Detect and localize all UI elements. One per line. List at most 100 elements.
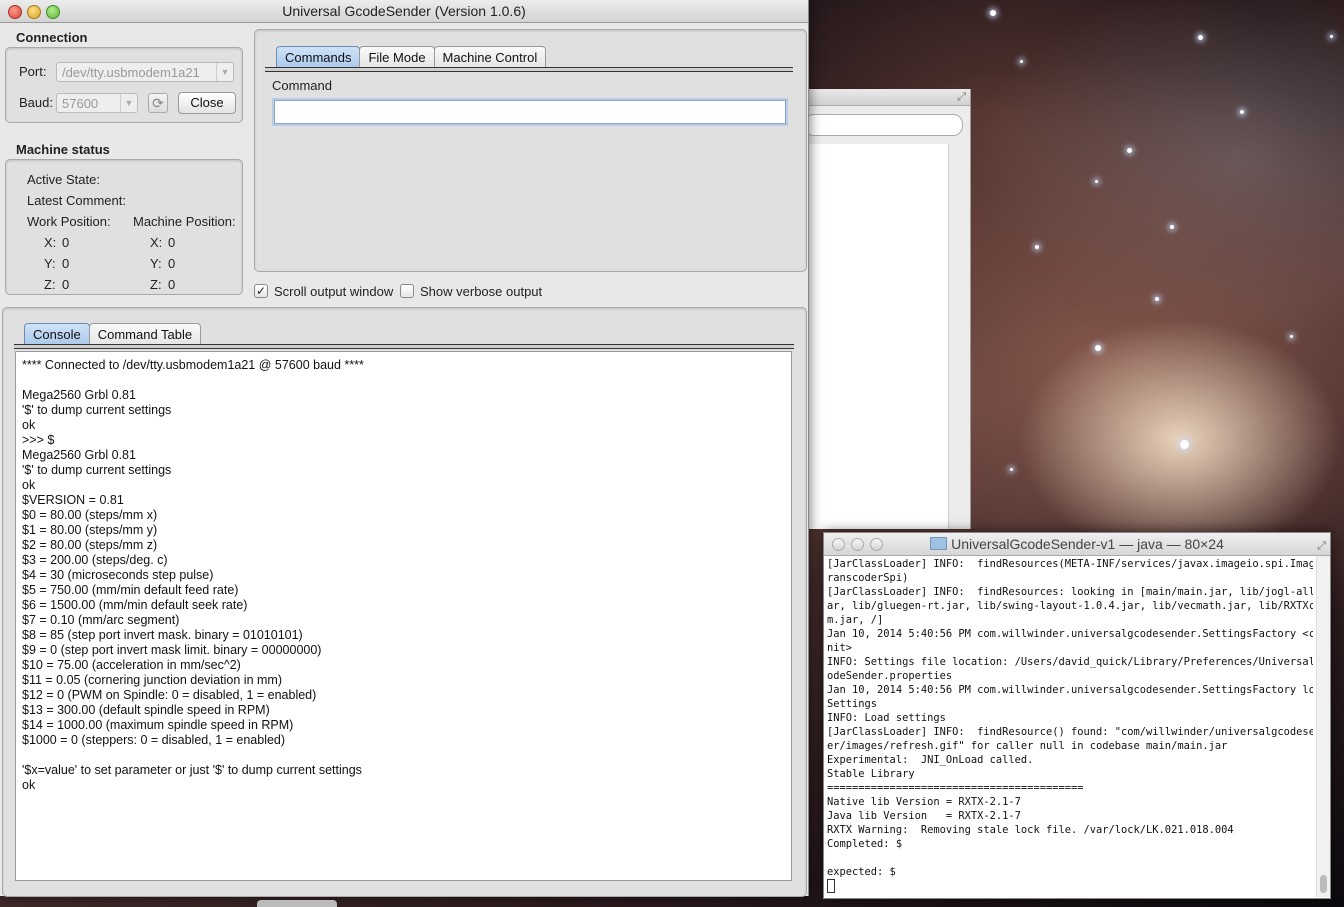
terminal-scrollbar[interactable] xyxy=(1316,556,1330,897)
terminal-line: Java lib Version = RXTX-2.1-7 xyxy=(827,810,1021,822)
terminal-line: expected: $ xyxy=(827,866,896,878)
terminal-line: Native lib Version = RXTX-2.1-7 xyxy=(827,796,1021,808)
work-y-value: 0 xyxy=(62,256,70,271)
port-label: Port: xyxy=(19,64,47,79)
star xyxy=(1010,468,1013,471)
window-titlebar[interactable]: Universal GcodeSender (Version 1.0.6) xyxy=(0,0,808,23)
star xyxy=(1095,345,1101,351)
console-line: $9 = 0 (step port invert mask limit. bin… xyxy=(22,643,322,657)
baud-select-value: 57600 xyxy=(62,96,99,111)
terminal-line: Completed: $ xyxy=(827,838,903,850)
terminal-line: Jan 10, 2014 5:40:56 PM com.willwinder.u… xyxy=(827,628,1313,640)
minimize-window-icon[interactable] xyxy=(851,538,864,551)
machine-status-panel: Active State: Latest Comment: Work Posit… xyxy=(5,159,243,295)
terminal-title: UniversalGcodeSender-v1 — java — 80×24 xyxy=(951,536,1224,552)
fullscreen-icon[interactable]: ⤢ xyxy=(1317,535,1326,557)
star xyxy=(1330,35,1333,38)
terminal-window: UniversalGcodeSender-v1 — java — 80×24 ⤢… xyxy=(823,532,1331,899)
connection-panel: Port: /dev/tty.usbmodem1a21 ▼ Baud: 5760… xyxy=(5,47,243,123)
terminal-line: m.jar, /] xyxy=(827,614,884,626)
refresh-icon: ⟳ xyxy=(152,95,164,111)
terminal-line: Stable Library xyxy=(827,768,915,780)
close-window-icon[interactable] xyxy=(832,538,845,551)
terminal-line: INFO: Load settings xyxy=(827,712,946,724)
close-connection-button[interactable]: Close xyxy=(178,92,236,114)
work-z-value: 0 xyxy=(62,277,70,292)
command-panel: Commands File Mode Machine Control Comma… xyxy=(254,29,807,272)
console-line: $1 = 80.00 (steps/mm y) xyxy=(22,523,158,537)
universal-gcodesender-window: Universal GcodeSender (Version 1.0.6) Co… xyxy=(0,0,809,897)
terminal-line: [JarClassLoader] INFO: findResource() fo… xyxy=(827,726,1313,738)
star xyxy=(1240,110,1244,114)
tab-command-table[interactable]: Command Table xyxy=(88,323,202,346)
console-line: '$x=value' to set parameter or just '$' … xyxy=(22,763,362,777)
command-label: Command xyxy=(272,78,332,93)
dock-item[interactable] xyxy=(257,900,337,907)
machine-x-label: X: xyxy=(150,235,163,250)
zoom-window-icon[interactable] xyxy=(870,538,883,551)
tab-file-mode[interactable]: File Mode xyxy=(359,46,435,69)
console-line: $5 = 750.00 (mm/min default feed rate) xyxy=(22,583,239,597)
console-line: >>> $ xyxy=(22,433,55,447)
minimize-window-icon[interactable] xyxy=(27,5,41,19)
terminal-cursor-line xyxy=(827,879,1313,893)
tab-machine-control[interactable]: Machine Control xyxy=(433,46,547,69)
terminal-line: Jan 10, 2014 5:40:56 PM com.willwinder.u… xyxy=(827,684,1313,696)
console-line: $12 = 0 (PWM on Spindle: 0 = disabled, 1… xyxy=(22,688,317,702)
console-line: ok xyxy=(22,778,36,792)
scroll-output-checkbox[interactable]: ✓ xyxy=(254,284,268,298)
close-window-icon[interactable] xyxy=(8,5,22,19)
port-select[interactable]: /dev/tty.usbmodem1a21 ▼ xyxy=(56,62,234,82)
console-line: $1000 = 0 (steppers: 0 = disabled, 1 = e… xyxy=(22,733,286,747)
tab-commands[interactable]: Commands xyxy=(276,46,361,69)
work-x-label: X: xyxy=(44,235,57,250)
console-line: '$' to dump current settings xyxy=(22,463,172,477)
console-line: $13 = 300.00 (default spindle speed in R… xyxy=(22,703,270,717)
terminal-line: Settings xyxy=(827,698,878,710)
console-line: $4 = 30 (microseconds step pulse) xyxy=(22,568,214,582)
star xyxy=(1155,297,1159,301)
terminal-output[interactable]: [JarClassLoader] INFO: findResources(MET… xyxy=(827,557,1313,897)
console-line: Mega2560 Grbl 0.81 xyxy=(22,448,136,462)
machine-status-section-label: Machine status xyxy=(16,142,110,157)
machine-x-value: 0 xyxy=(168,235,176,250)
terminal-scrollbar-thumb[interactable] xyxy=(1320,875,1327,893)
console-line: ok xyxy=(22,478,36,492)
console-line: $6 = 1500.00 (mm/min default seek rate) xyxy=(22,598,248,612)
refresh-ports-button[interactable]: ⟳ xyxy=(148,93,168,113)
console-line: $2 = 80.00 (steps/mm z) xyxy=(22,538,158,552)
folder-icon xyxy=(930,537,948,550)
tab-console[interactable]: Console xyxy=(24,323,90,346)
terminal-line: ranscoderSpi) xyxy=(827,572,909,584)
star xyxy=(1198,35,1203,40)
terminal-line: RXTX Warning: Removing stale lock file. … xyxy=(827,824,1234,836)
console-output[interactable]: **** Connected to /dev/tty.usbmodem1a21 … xyxy=(15,351,792,881)
terminal-cursor xyxy=(827,879,835,893)
baud-select[interactable]: 57600 ▼ xyxy=(56,93,138,113)
fullscreen-icon[interactable]: ⤢ xyxy=(957,91,966,104)
terminal-titlebar[interactable]: UniversalGcodeSender-v1 — java — 80×24 ⤢ xyxy=(824,533,1330,556)
star xyxy=(1290,335,1293,338)
console-line: $14 = 1000.00 (maximum spindle speed in … xyxy=(22,718,294,732)
command-tabs: Commands File Mode Machine Control xyxy=(276,46,547,69)
command-input[interactable] xyxy=(274,100,786,124)
work-x-value: 0 xyxy=(62,235,70,250)
machine-position-label: Machine Position: xyxy=(133,214,236,229)
verbose-output-checkbox[interactable] xyxy=(400,284,414,298)
console-line: $0 = 80.00 (steps/mm x) xyxy=(22,508,158,522)
console-line: $8 = 85 (step port invert mask. binary =… xyxy=(22,628,303,642)
console-line: $7 = 0.10 (mm/arc segment) xyxy=(22,613,180,627)
star xyxy=(1095,180,1098,183)
background-window-search-field[interactable] xyxy=(804,114,963,136)
terminal-line: er/images/refresh.gif" for caller null i… xyxy=(827,740,1228,752)
machine-z-value: 0 xyxy=(168,277,176,292)
terminal-line: ar, lib/gluegen-rt.jar, lib/swing-layout… xyxy=(827,600,1313,612)
terminal-line: nit> xyxy=(827,642,853,654)
zoom-window-icon[interactable] xyxy=(46,5,60,19)
active-state-label: Active State: xyxy=(27,172,100,187)
terminal-line: [JarClassLoader] INFO: findResources: lo… xyxy=(827,586,1313,598)
background-window-content xyxy=(808,144,949,529)
window-title: Universal GcodeSender (Version 1.0.6) xyxy=(282,3,526,19)
machine-y-value: 0 xyxy=(168,256,176,271)
